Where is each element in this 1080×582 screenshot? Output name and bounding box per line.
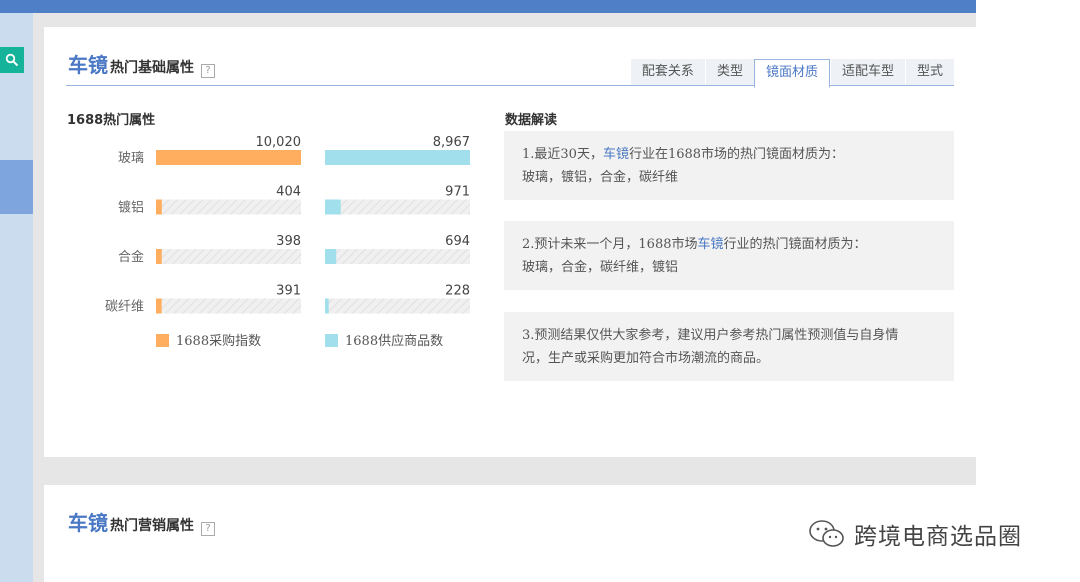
search-button[interactable]	[0, 47, 24, 73]
bar-track	[156, 298, 301, 314]
bar-purchase	[156, 199, 162, 215]
search-icon	[5, 53, 19, 67]
watermark: 跨境电商选品圈	[808, 517, 1022, 551]
card-text: 3.预测结果仅供大家参考，建议用户参考热门属性预测值与自身情	[522, 328, 899, 343]
card-text: 1.最近30天，	[522, 147, 603, 162]
watermark-text: 跨境电商选品圈	[854, 524, 1022, 550]
bar-supply	[325, 249, 337, 264]
bar-purchase	[156, 249, 162, 264]
interpretation-card-1: 1.最近30天，车镜行业在1688市场的热门镜面材质为： 玻璃，镀铝，合金，碳纤…	[504, 131, 954, 200]
tab-matching[interactable]: 配套关系	[629, 59, 705, 85]
bar-track	[325, 298, 470, 314]
card-line-2: 玻璃，合金，碳纤维，镀铝	[522, 260, 679, 275]
data-label: 398	[276, 234, 301, 249]
wechat-icon	[809, 520, 844, 547]
attribute-tabs: 配套关系 类型 镜面材质 适配车型 型式	[629, 59, 954, 88]
card-line-2: 玻璃，镀铝，合金，碳纤维	[522, 170, 679, 185]
bar-purchase	[156, 150, 301, 165]
tab-vehicle-fit[interactable]: 适配车型	[829, 59, 905, 85]
interpretation-card-3: 3.预测结果仅供大家参考，建议用户参考热门属性预测值与自身情 况，生产或采购更加…	[504, 312, 954, 381]
bar-track	[156, 199, 301, 215]
data-label: 391	[276, 284, 301, 299]
interpretation-card-2: 2.预计未来一个月，1688市场车镜行业的热门镜面材质为： 玻璃，合金，碳纤维，…	[504, 221, 954, 290]
bar-track	[325, 249, 470, 264]
bar-track	[325, 199, 470, 215]
sidebar-top-bar	[0, 0, 33, 13]
data-label: 8,967	[433, 135, 470, 150]
legend-swatch	[325, 334, 338, 347]
card-text: 2.预计未来一个月，1688市场	[522, 237, 698, 252]
category-label: 玻璃	[118, 151, 144, 166]
card-highlight[interactable]: 车镜	[603, 147, 629, 162]
legend-label: 1688采购指数	[176, 333, 261, 349]
category-label: 碳纤维	[105, 300, 144, 315]
legend-swatch	[156, 334, 169, 347]
right-margin	[976, 0, 1080, 582]
tab-style[interactable]: 型式	[904, 59, 954, 85]
bar-track	[156, 249, 301, 264]
section-title-sub: 热门营销属性	[110, 518, 194, 534]
card-line-2: 况，生产或采购更加符合市场潮流的商品。	[522, 351, 770, 366]
card-text: 行业的热门镜面材质为：	[723, 237, 867, 252]
sidebar-active-item[interactable]	[0, 160, 33, 214]
bar-supply	[325, 150, 470, 165]
section-title-2: 车镜 热门营销属性 ?	[68, 507, 215, 536]
bar-supply	[325, 199, 341, 215]
interpretation-title: 数据解读	[505, 113, 558, 128]
top-nav-bar	[33, 0, 976, 13]
bar-supply	[325, 298, 329, 314]
card-text: 行业在1688市场的热门镜面材质为：	[628, 147, 845, 162]
basic-attributes-panel: 车镜 热门基础属性 ? 配套关系 类型 镜面材质 适配车型 型式 1688热门属…	[44, 27, 976, 457]
tab-type[interactable]: 类型	[704, 59, 754, 85]
data-label: 694	[445, 234, 470, 249]
data-label: 228	[445, 284, 470, 299]
tab-mirror-material[interactable]: 镜面材质	[753, 59, 830, 88]
category-label: 镀铝	[118, 200, 144, 216]
card-highlight[interactable]: 车镜	[698, 237, 724, 252]
attribute-bar-chart: 玻璃 10,020 8,967 镀铝 404 971 合金 398 694 碳纤维 391 228 16…	[105, 135, 470, 349]
bar-purchase	[156, 298, 162, 314]
section-title-main: 车镜	[68, 511, 108, 535]
data-label: 971	[445, 185, 470, 200]
data-label: 404	[276, 185, 301, 200]
legend-label: 1688供应商品数	[345, 333, 443, 349]
data-label: 10,020	[256, 135, 302, 150]
help-icon[interactable]: ?	[201, 522, 215, 536]
category-label: 合金	[118, 249, 144, 265]
left-sidebar	[0, 0, 33, 582]
